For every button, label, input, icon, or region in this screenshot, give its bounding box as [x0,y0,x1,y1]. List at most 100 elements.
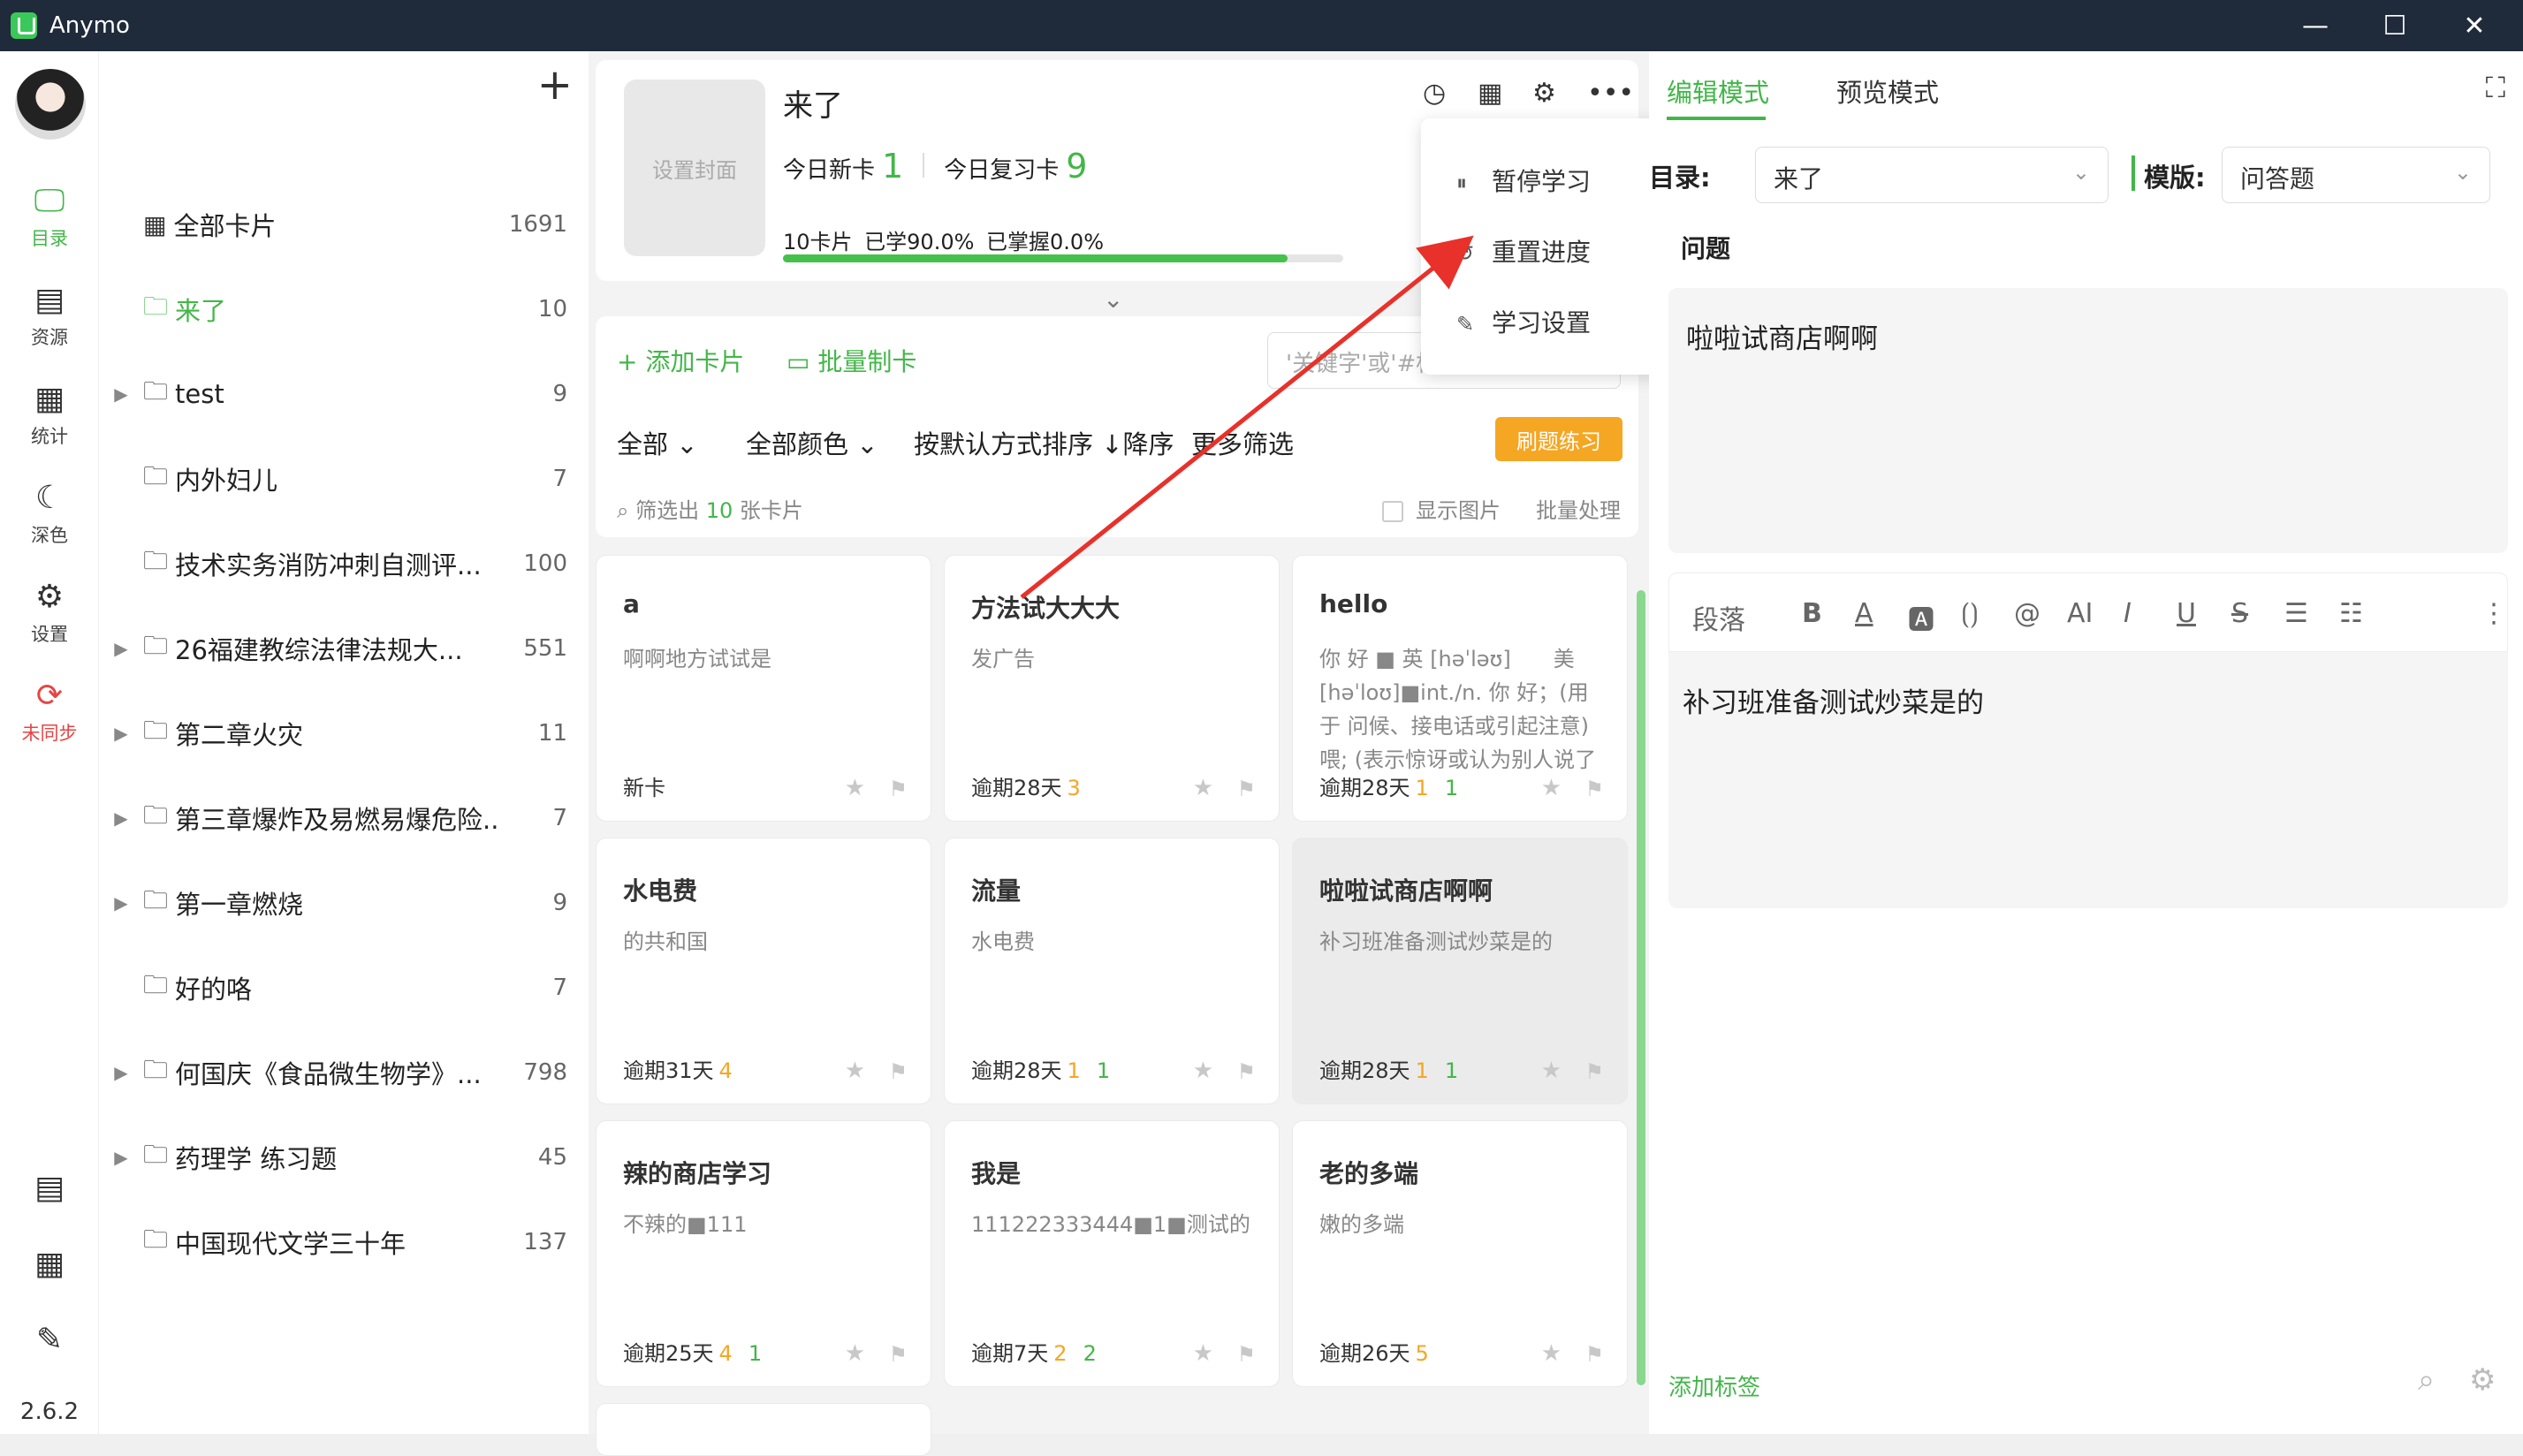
close-button[interactable]: ✕ [2435,0,2514,51]
presentation-icon[interactable]: ▦ [1478,78,1502,109]
flag-icon[interactable]: ⚑ [1236,1059,1256,1084]
pen-icon[interactable]: ✎ [0,1322,99,1358]
set-cover-button[interactable]: 设置封面 [624,80,765,256]
minimize-button[interactable]: — [2276,0,2355,51]
filter-color-dropdown[interactable]: 全部颜色 ⌄ [746,424,878,461]
fullscreen-icon[interactable]: ⛶ [2486,71,2505,105]
tree-item-deck[interactable]: ▶ 🗀 药理学 练习题 45 [99,1115,567,1200]
avatar[interactable] [15,69,86,140]
underline-icon[interactable]: U [2177,598,2196,629]
menu-item-reset-progress[interactable]: ↺ 重置进度 [1456,233,1591,269]
star-icon[interactable]: ★ [845,1340,865,1367]
expand-arrow-icon[interactable]: ▶ [99,1147,143,1168]
italic-icon[interactable]: I [2124,598,2132,629]
card-tile[interactable] [596,1403,931,1456]
flag-icon[interactable]: ⚑ [888,1342,908,1367]
grid-icon[interactable]: ▦ [0,1246,99,1282]
bullet-list-icon[interactable]: ☰ [2284,598,2308,629]
font-size-icon[interactable]: AI [2067,598,2093,629]
add-card-button[interactable]: + 添加卡片 [617,343,744,378]
gear-icon[interactable]: ⚙ [2469,1362,2496,1398]
tree-item-all-cards[interactable]: ▦ 全部卡片 1691 [99,182,567,267]
paragraph-dropdown[interactable]: 段落 [1692,598,1745,637]
template-select[interactable]: 问答题 ⌄ [2222,147,2490,203]
expand-arrow-icon[interactable]: ▶ [99,1062,143,1083]
star-icon[interactable]: ★ [1541,1340,1562,1367]
clock-icon[interactable]: ◷ [1423,78,1446,109]
batch-make-button[interactable]: ▭ 批量制卡 [787,343,916,378]
star-icon[interactable]: ★ [845,775,865,801]
flag-icon[interactable]: ⚑ [888,1059,908,1084]
card-tile[interactable]: 老的多端 嫩的多端 逾期26天 5 ★ ⚑ [1292,1120,1628,1387]
card-tile[interactable]: hello 你 好 ■ 英 [həˈləʊ] 美 [həˈloʊ]■int./n… [1292,555,1628,822]
add-deck-button[interactable]: + [537,64,573,106]
highlight-icon[interactable]: 🅰 [1908,598,1934,637]
card-tile[interactable]: 流量 水电费 逾期28天 1 1 ★ ⚑ [944,838,1280,1104]
expand-arrow-icon[interactable]: ▶ [99,638,143,659]
flag-icon[interactable]: ⚑ [1236,1342,1256,1367]
tree-item-deck[interactable]: ▶ 🗀 第二章火灾 11 [99,691,567,776]
nav-settings[interactable]: ⚙ 设置 [0,580,99,647]
card-tile[interactable]: 我是 111222333444■1■测试的 逾期7天 2 2 ★ ⚑ [944,1120,1280,1387]
tree-item-deck[interactable]: ▶ 🗀 26福建教综法律法规大... 551 [99,606,567,691]
question-text[interactable]: 啦啦试商店啊啊 [1686,316,1878,356]
scrollbar[interactable] [1637,590,1645,1385]
expand-arrow-icon[interactable]: ▶ [99,808,143,829]
nav-sync[interactable]: ⟳ 未同步 [0,679,99,746]
tree-item-deck[interactable]: 🗀 技术实务消防冲刺自测评... 100 [99,521,567,606]
more-filter-button[interactable]: 更多筛选 [1191,424,1294,461]
nav-stats[interactable]: ▦ 统计 [0,382,99,449]
tree-item-deck[interactable]: ▶ 🗀 第三章爆炸及易燃易爆危险... 7 [99,776,567,861]
tree-item-deck[interactable]: 🗀 来了 10 [99,267,567,352]
menu-item-pause[interactable]: ⏸ 暂停学习 [1456,163,1591,198]
numbered-list-icon[interactable]: ☷ [2339,598,2363,629]
tree-item-deck[interactable]: 🗀 好的咯 7 [99,945,567,1030]
tab-preview-mode[interactable]: 预览模式 [1836,72,1939,110]
flag-icon[interactable]: ⚑ [888,777,908,801]
show-image-toggle[interactable]: 显示图片 [1382,493,1501,524]
flag-icon[interactable]: ⚑ [1236,777,1256,801]
tree-item-deck[interactable]: ▶ 🗀 何国庆《食品微生物学》... 798 [99,1030,567,1115]
card-tile-selected[interactable]: 啦啦试商店啊啊 补习班准备测试炒菜是的 逾期28天 1 1 ★ ⚑ [1292,838,1628,1104]
flag-icon[interactable]: ⚑ [1584,1059,1604,1084]
font-color-icon[interactable]: A [1855,598,1873,629]
practice-button[interactable]: 刷题练习 [1495,417,1622,461]
star-icon[interactable]: ★ [1541,775,1562,801]
nav-dark-mode[interactable]: ☾ 深色 [0,481,99,548]
add-tag-button[interactable]: 添加标签 [1668,1369,1760,1402]
maximize-button[interactable]: ☐ [2355,0,2435,51]
search-icon[interactable]: ⌕ [2418,1362,2435,1398]
star-icon[interactable]: ★ [845,1058,865,1084]
filter-all-dropdown[interactable]: 全部 ⌄ [617,424,698,461]
star-icon[interactable]: ★ [1541,1058,1562,1084]
expand-arrow-icon[interactable]: ▶ [99,892,143,914]
expand-arrow-icon[interactable]: ▶ [99,383,143,405]
tree-item-deck[interactable]: 🗀 中国现代文学三十年 137 [99,1200,567,1285]
flag-icon[interactable]: ⚑ [1584,1342,1604,1367]
sort-dropdown[interactable]: 按默认方式排序 ↓降序 [914,424,1174,461]
card-tile[interactable]: 水电费 的共和国 逾期31天 4 ★ ⚑ [596,838,931,1104]
gear-icon[interactable]: ⚙ [1532,78,1556,109]
mention-icon[interactable]: @ [2014,598,2040,629]
tree-item-deck[interactable]: ▶ 🗀 test 9 [99,352,567,436]
chevron-down-icon[interactable]: ⌄ [1103,284,1123,314]
tree-item-deck[interactable]: ▶ 🗀 第一章燃烧 9 [99,861,567,945]
nav-resource[interactable]: ▤ 资源 [0,283,99,350]
strikethrough-icon[interactable]: S [2231,598,2248,629]
notebook-icon[interactable]: ▤ [0,1170,99,1206]
batch-process-button[interactable]: 批量处理 [1536,493,1621,524]
cloze-icon[interactable]: ⟮⟯ [1961,598,1979,629]
flag-icon[interactable]: ⚑ [1584,777,1604,801]
more-icon[interactable]: ••• [1587,78,1634,109]
card-tile[interactable]: 辣的商店学习 不辣的■111 逾期25天 4 1 ★ ⚑ [596,1120,931,1387]
star-icon[interactable]: ★ [1193,775,1213,801]
menu-item-study-settings[interactable]: ✎ 学习设置 [1456,304,1591,339]
expand-arrow-icon[interactable]: ▶ [99,723,143,744]
tree-item-deck[interactable]: 🗀 内外妇儿 7 [99,436,567,521]
answer-text[interactable]: 补习班准备测试炒菜是的 [1683,680,1984,720]
bold-icon[interactable]: B [1802,598,1822,629]
star-icon[interactable]: ★ [1193,1340,1213,1367]
more-vertical-icon[interactable]: ⋮ [2481,598,2507,629]
card-tile[interactable]: a 啊啊地方试试是 新卡 ★ ⚑ [596,555,931,822]
nav-catalog[interactable]: 🖵 目录 [0,184,99,251]
